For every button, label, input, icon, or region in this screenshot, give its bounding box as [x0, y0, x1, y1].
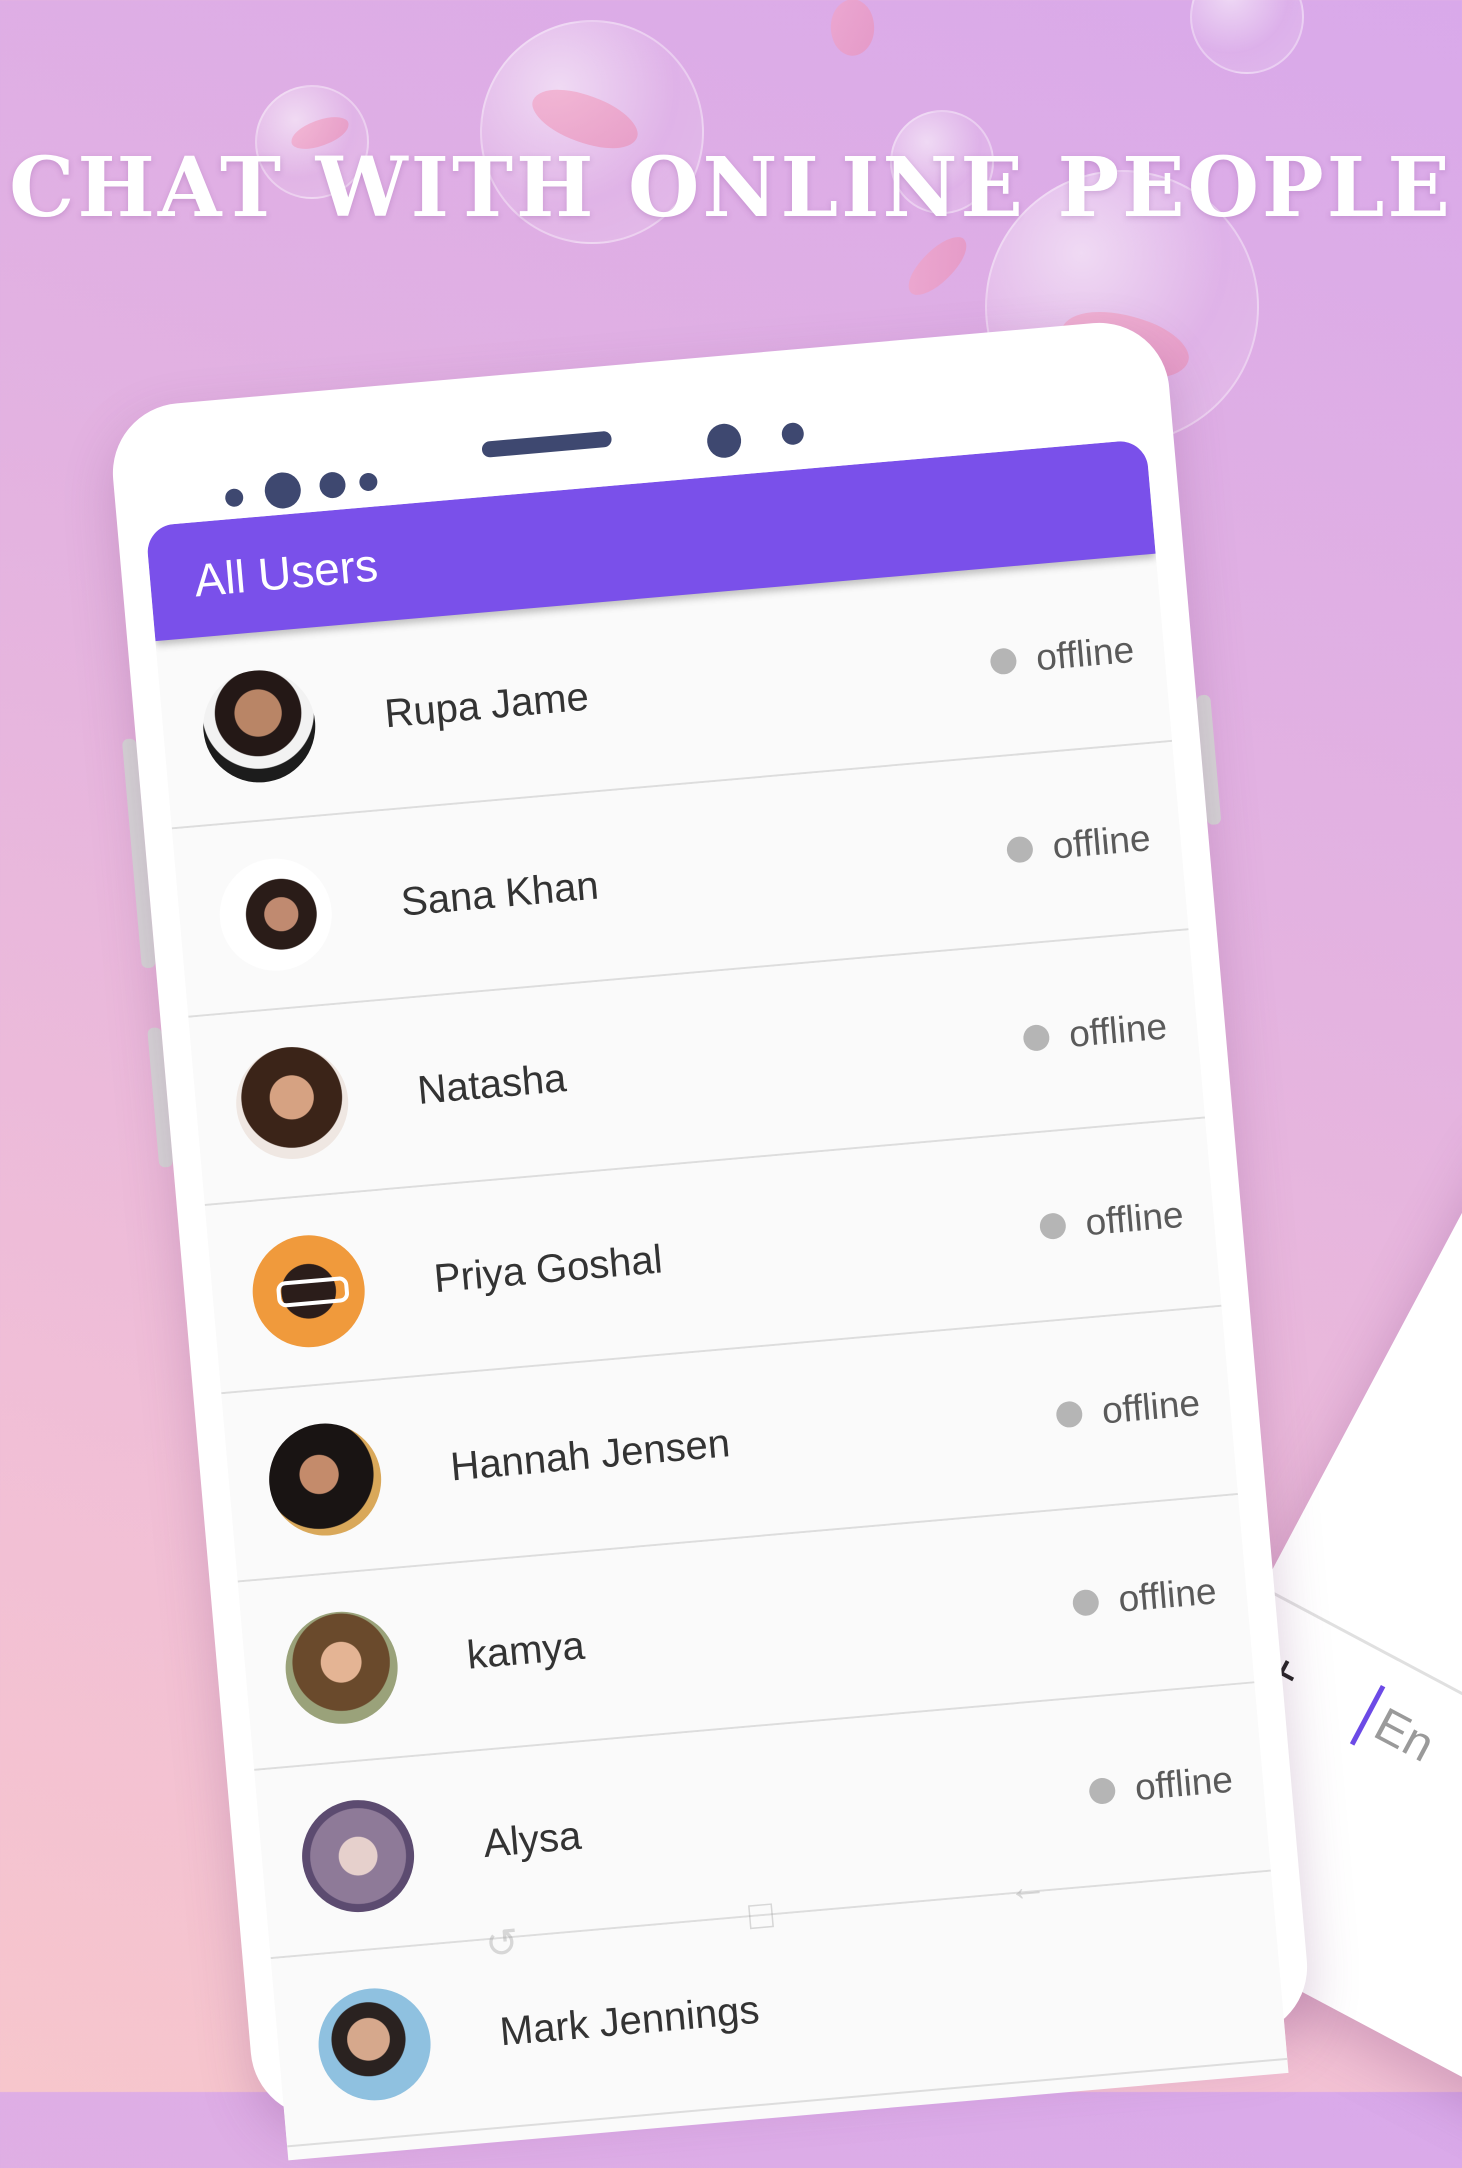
- decorative-petal: [898, 229, 977, 303]
- user-name: Mark Jennings: [498, 1987, 762, 2055]
- user-name: Sana Khan: [399, 863, 601, 925]
- glasses-icon: [275, 1275, 350, 1308]
- status-text: offline: [1116, 1569, 1218, 1620]
- app-screen: All Users Rupa Jame offline Sana Khan of…: [145, 439, 1289, 2161]
- page-headline: CHAT WITH ONLINE PEOPLE: [9, 140, 1453, 236]
- user-name: Rupa Jame: [382, 674, 591, 737]
- status-dot-icon: [1055, 1399, 1084, 1429]
- sensor-dot: [780, 421, 805, 446]
- phone-mockup: All Users Rupa Jame offline Sana Khan of…: [107, 317, 1313, 2161]
- user-status: offline: [989, 628, 1136, 682]
- app-bar-title: All Users: [191, 538, 380, 606]
- user-name: Alysa: [481, 1813, 583, 1867]
- front-camera-icon: [705, 422, 743, 460]
- status-dot-icon: [1071, 1588, 1100, 1617]
- status-text: offline: [1034, 628, 1136, 678]
- user-name: kamya: [465, 1623, 587, 1678]
- avatar: [297, 1794, 419, 1917]
- message-input[interactable]: En: [1365, 1697, 1443, 1773]
- avatar: [313, 1983, 436, 2105]
- user-name: Priya Goshal: [432, 1237, 665, 1302]
- status-dot-icon: [1005, 835, 1034, 864]
- user-status: offline: [1021, 1005, 1169, 1059]
- avatar: [215, 853, 337, 975]
- home-icon: □: [746, 1892, 775, 1939]
- front-camera-icon: [263, 470, 303, 510]
- avatar: [247, 1230, 370, 1352]
- sensor-dot: [318, 471, 347, 500]
- phone-body: All Users Rupa Jame offline Sana Khan of…: [107, 317, 1313, 2161]
- user-name: Hannah Jensen: [448, 1421, 732, 1490]
- user-status: offline: [1054, 1381, 1202, 1436]
- user-status: offline: [1038, 1193, 1185, 1247]
- status-text: offline: [1067, 1005, 1169, 1055]
- status-dot-icon: [989, 646, 1018, 675]
- avatar: [198, 665, 320, 787]
- avatar: [231, 1041, 353, 1164]
- decorative-bubble: [1190, 0, 1304, 74]
- speaker-grille: [481, 430, 613, 458]
- user-status: offline: [1005, 817, 1152, 871]
- status-text: offline: [1050, 816, 1153, 867]
- status-text: offline: [1100, 1381, 1202, 1431]
- user-status: offline: [1087, 1758, 1234, 1812]
- back-icon: ←: [1005, 1863, 1050, 1911]
- status-dot-icon: [1022, 1023, 1051, 1052]
- status-text: offline: [1083, 1193, 1186, 1243]
- sensor-dot: [358, 472, 379, 492]
- user-status: offline: [1071, 1570, 1218, 1624]
- status-text: offline: [1133, 1758, 1235, 1808]
- status-dot-icon: [1088, 1776, 1117, 1805]
- user-name: Natasha: [415, 1056, 568, 1113]
- avatar: [264, 1418, 386, 1540]
- decorative-petal: [821, 0, 884, 62]
- avatar: [280, 1606, 403, 1728]
- status-dot-icon: [1038, 1211, 1067, 1240]
- recent-apps-icon: ↺: [483, 1920, 521, 1968]
- sensor-dot: [224, 487, 244, 508]
